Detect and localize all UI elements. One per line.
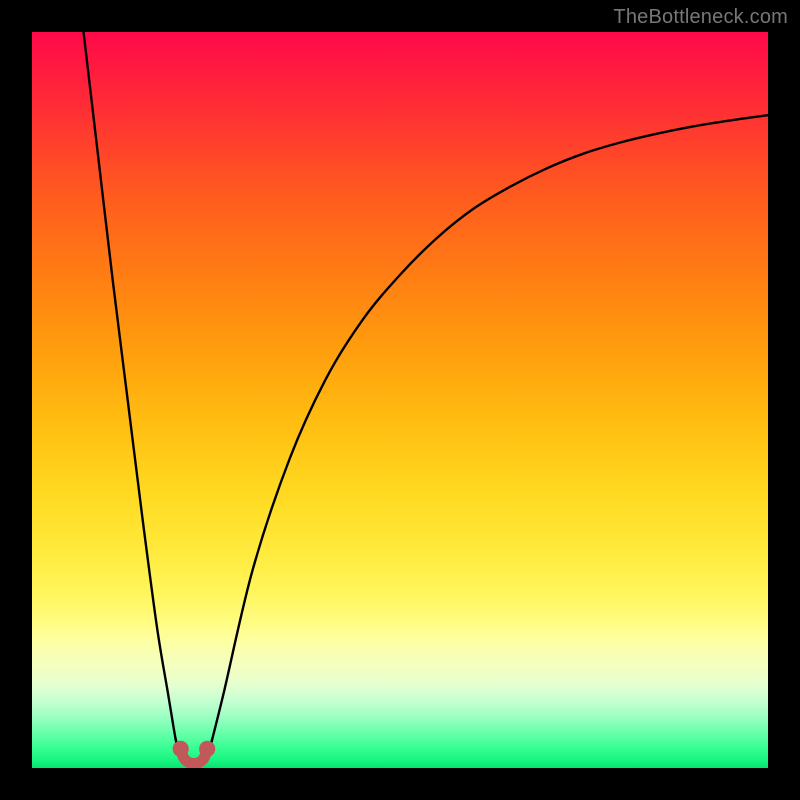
series-left-branch (84, 32, 180, 753)
series-right-branch (209, 115, 768, 753)
watermark-text: TheBottleneck.com (613, 6, 788, 29)
curves-svg (32, 32, 768, 768)
valley-arc-left (173, 741, 189, 757)
valley-arc-right (199, 741, 215, 757)
plot-area (32, 32, 768, 768)
chart-frame: TheBottleneck.com (0, 0, 800, 800)
